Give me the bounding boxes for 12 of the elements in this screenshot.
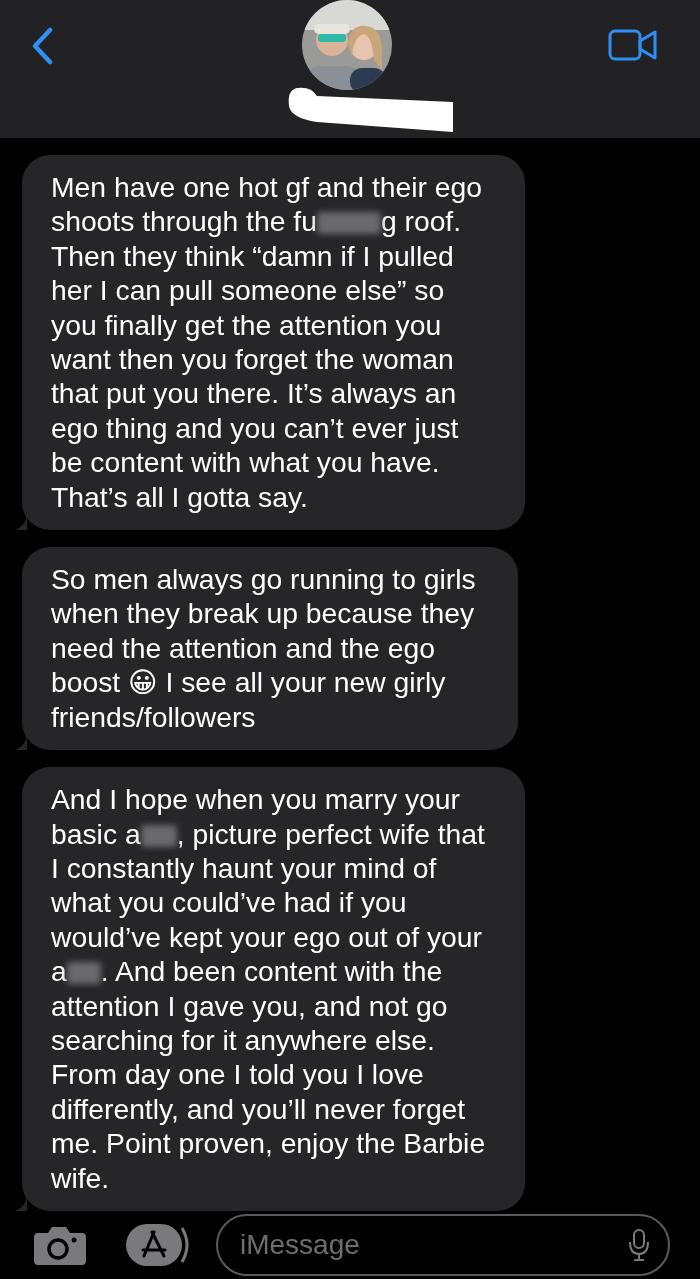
app-store-icon bbox=[124, 1222, 190, 1268]
video-call-button[interactable] bbox=[608, 28, 658, 62]
message-text: So men always go running to girls when they break up because they need the attention and the ego boost 😀 I see all your new girly friends/followers bbox=[51, 562, 477, 735]
microphone-icon[interactable] bbox=[628, 1228, 650, 1262]
message-text: And I hope when you marry your basic a , picture perfect wife that I constantly haunt your mind of what you could’ve had if you would’ve kept your ego out of your a . And been content with the attention I gave you, and not go searching for it anywhere else. From day one I told you I love differently, and you’ll never forget me. Point proven, enjoy the Barbie wife. bbox=[51, 782, 487, 1195]
video-camera-icon bbox=[608, 28, 658, 62]
camera-icon bbox=[32, 1225, 88, 1265]
message-text: Men have one hot gf and their ego shoots through the fu g roof. Then they think “damn if I pulled her I can pull someone else” so you finally get the attention you want then you forget the woman that put you there. It’s always an ego thing and you can’t ever just be content with what you have. That’s all I gotta say. bbox=[51, 170, 484, 515]
app-store-button[interactable] bbox=[124, 1222, 190, 1268]
message-input-field[interactable]: iMessage bbox=[216, 1214, 670, 1276]
camera-button[interactable] bbox=[32, 1225, 88, 1265]
back-chevron-icon bbox=[31, 27, 53, 65]
